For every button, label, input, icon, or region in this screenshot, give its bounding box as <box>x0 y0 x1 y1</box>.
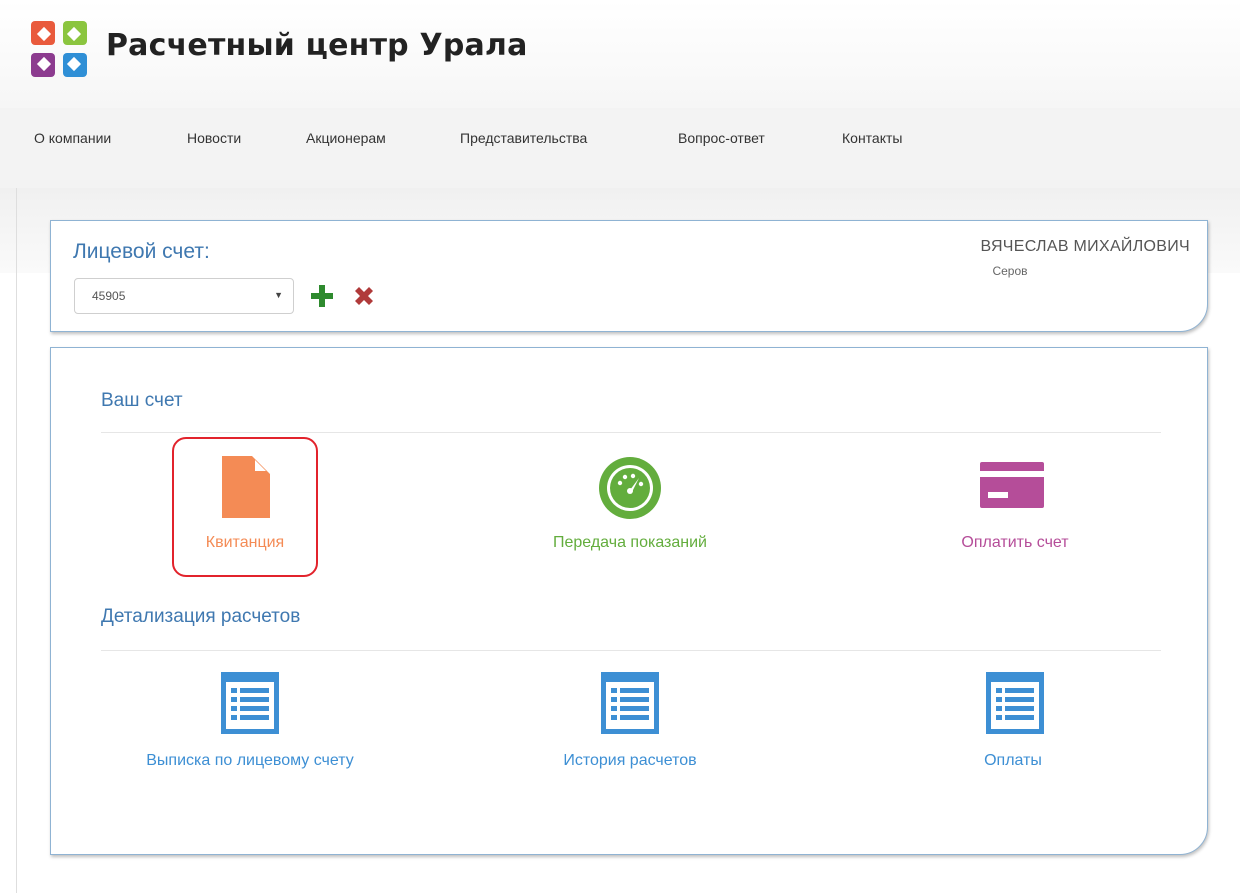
nav-item-news[interactable]: Новости <box>187 130 241 146</box>
gauge-icon <box>599 457 661 519</box>
content-border <box>16 188 17 893</box>
list-icon <box>221 672 279 734</box>
document-icon <box>222 456 270 518</box>
divider <box>101 650 1161 651</box>
user-name: ВЯЧЕСЛАВ МИХАЙЛОВИЧ <box>980 238 1190 255</box>
close-icon[interactable] <box>351 283 377 309</box>
tile-meter-label: Передача показаний <box>553 534 707 551</box>
nav-item-faq[interactable]: Вопрос-ответ <box>678 130 765 146</box>
tile-receipt-label: Квитанция <box>205 534 285 551</box>
tile-statement-label: Выписка по лицевому счету <box>146 752 354 769</box>
tile-payments-label: Оплаты <box>984 752 1042 769</box>
tile-pay-label: Оплатить счет <box>961 534 1069 551</box>
tile-pay-bill[interactable]: Оплатить счет <box>900 450 1130 560</box>
main-nav <box>0 108 1240 188</box>
tile-payments[interactable]: Оплаты <box>913 668 1113 778</box>
section-title-account: Ваш счет <box>101 390 183 411</box>
credit-card-icon <box>980 462 1044 508</box>
nav-item-contacts[interactable]: Контакты <box>842 130 902 146</box>
logo-icon[interactable] <box>28 18 90 80</box>
nav-item-about[interactable]: О компании <box>34 130 111 146</box>
divider <box>101 432 1161 433</box>
account-select-value: 45905 <box>92 289 126 303</box>
account-select[interactable]: 45905 ▼ <box>74 278 294 314</box>
services-panel <box>50 347 1208 855</box>
tile-history-label: История расчетов <box>563 752 697 769</box>
tile-calculation-history[interactable]: История расчетов <box>500 668 760 778</box>
user-city: Серов <box>992 264 1028 278</box>
tile-meter-readings[interactable]: Передача показаний <box>510 450 750 560</box>
nav-item-offices[interactable]: Представительства <box>460 130 587 146</box>
chevron-down-icon: ▼ <box>274 290 283 300</box>
account-label: Лицевой счет: <box>73 240 210 263</box>
list-icon <box>601 672 659 734</box>
nav-item-shareholders[interactable]: Акционерам <box>306 130 386 146</box>
plus-icon[interactable] <box>309 283 335 309</box>
tile-account-statement[interactable]: Выписка по лицевому счету <box>100 668 400 778</box>
site-title: Расчетный центр Урала <box>106 28 528 63</box>
section-title-details: Детализация расчетов <box>101 606 301 627</box>
list-icon <box>986 672 1044 734</box>
tile-receipt[interactable]: Квитанция <box>172 450 318 560</box>
